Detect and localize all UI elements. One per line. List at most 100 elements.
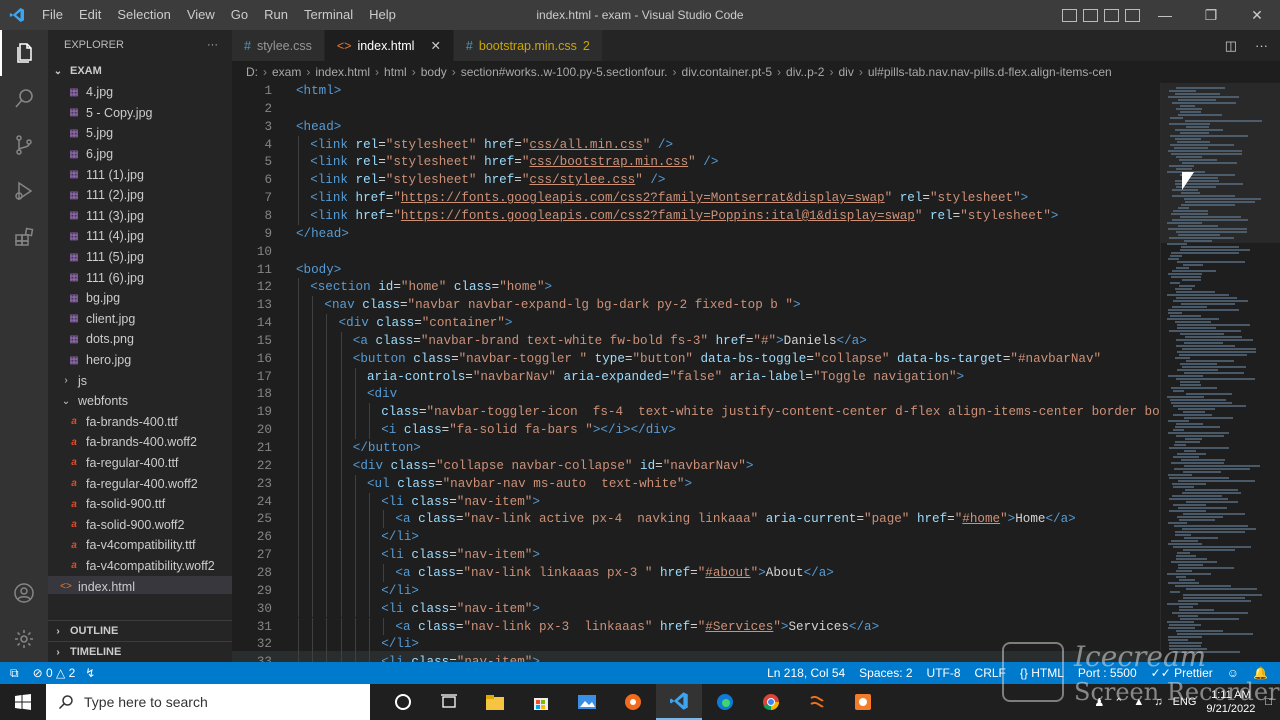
- breadcrumb-item[interactable]: section#works..w-100.py-5.sectionfour.: [461, 65, 668, 79]
- menu-item-file[interactable]: File: [34, 0, 71, 30]
- problems-indicator[interactable]: ⊘ 0 △ 2: [33, 666, 76, 680]
- customize-layout-icon[interactable]: [1125, 8, 1140, 22]
- tab-bootstrap-min-css[interactable]: # bootstrap.min.css 2: [453, 30, 603, 61]
- input-language[interactable]: ENG: [1173, 696, 1197, 708]
- language-mode[interactable]: {} HTML: [1020, 666, 1064, 680]
- file-tree-item[interactable]: ▦ dots.png: [48, 329, 232, 350]
- feedback-icon[interactable]: ☺: [1227, 666, 1239, 680]
- accounts-icon[interactable]: [0, 570, 48, 616]
- source-control-icon[interactable]: [0, 122, 48, 168]
- people-icon[interactable]: ♟: [1094, 696, 1104, 709]
- menu-item-go[interactable]: Go: [223, 0, 256, 30]
- indentation[interactable]: Spaces: 2: [859, 666, 912, 680]
- breadcrumb-item[interactable]: index.html: [315, 65, 370, 79]
- file-tree-item[interactable]: a fa-solid-900.woff2: [48, 514, 232, 535]
- close-window-button[interactable]: ✕: [1234, 0, 1280, 30]
- file-tree-item[interactable]: ▦ 111 (2).jpg: [48, 185, 232, 206]
- tab-stylee-css[interactable]: # stylee.css: [232, 30, 325, 61]
- extensions-icon[interactable]: [0, 214, 48, 260]
- file-explorer-icon[interactable]: [472, 684, 518, 720]
- edge-browser-icon[interactable]: [702, 684, 748, 720]
- search-icon[interactable]: [0, 76, 48, 122]
- file-tree-item[interactable]: ▦ 111 (3).jpg: [48, 206, 232, 227]
- chrome-browser-icon[interactable]: [748, 684, 794, 720]
- file-tree-item[interactable]: a fa-v4compatibility.ttf: [48, 535, 232, 556]
- file-tree-item[interactable]: ▦ 4.jpg: [48, 82, 232, 103]
- start-button[interactable]: [0, 684, 46, 720]
- breadcrumb-item[interactable]: html: [384, 65, 407, 79]
- recorder-app-icon[interactable]: [610, 684, 656, 720]
- menu-item-edit[interactable]: Edit: [71, 0, 109, 30]
- end-of-line[interactable]: CRLF: [975, 666, 1006, 680]
- toggle-secondary-sidebar-icon[interactable]: [1104, 8, 1119, 22]
- minimap[interactable]: [1160, 83, 1280, 662]
- menu-item-selection[interactable]: Selection: [109, 0, 178, 30]
- file-tree-item[interactable]: ▦ hero.jpg: [48, 350, 232, 371]
- file-tree-item[interactable]: ▦ 111 (6).jpg: [48, 267, 232, 288]
- photos-app-icon[interactable]: [564, 684, 610, 720]
- file-tree-item[interactable]: a fa-brands-400.ttf: [48, 412, 232, 433]
- split-editor-icon[interactable]: ◫: [1225, 38, 1237, 54]
- taskbar-search-box[interactable]: Type here to search: [46, 684, 370, 720]
- file-tree-item[interactable]: ⌄ webfonts: [48, 391, 232, 412]
- breadcrumb-item[interactable]: D:: [246, 65, 258, 79]
- run-debug-icon[interactable]: [0, 168, 48, 214]
- task-view-icon[interactable]: [426, 684, 472, 720]
- file-tree-item[interactable]: ▦ bg.jpg: [48, 288, 232, 309]
- file-tree-item[interactable]: a fa-v4compatibility.woff2: [48, 556, 232, 577]
- more-actions-icon[interactable]: ···: [207, 39, 218, 51]
- close-tab-icon[interactable]: ✕: [430, 38, 440, 53]
- breadcrumb-item[interactable]: body: [421, 65, 447, 79]
- git-tool-icon[interactable]: [794, 684, 840, 720]
- cortana-icon[interactable]: [380, 684, 426, 720]
- vscode-taskbar-icon[interactable]: [656, 684, 702, 720]
- breadcrumb-item[interactable]: div.container.pt-5: [682, 65, 773, 79]
- breadcrumb-item[interactable]: exam: [272, 65, 301, 79]
- menu-item-run[interactable]: Run: [256, 0, 296, 30]
- breadcrumb-item[interactable]: div: [838, 65, 853, 79]
- cursor-position[interactable]: Ln 218, Col 54: [767, 666, 845, 680]
- code-editor[interactable]: 1 <html> 2 3 <head> 4 <link rel="stylesheet" h…: [232, 83, 1160, 662]
- remote-icon[interactable]: ⧉: [10, 666, 19, 681]
- file-tree-item[interactable]: ▦ 111 (4).jpg: [48, 226, 232, 247]
- more-editor-actions-icon[interactable]: ···: [1255, 38, 1268, 53]
- project-folder[interactable]: ⌄ EXAM: [48, 60, 232, 82]
- file-tree-item[interactable]: › js: [48, 370, 232, 391]
- breadcrumb-item[interactable]: ul#pills-tab.nav.nav-pills.d-flex.align-…: [868, 65, 1112, 79]
- file-tree-item[interactable]: ▦ 6.jpg: [48, 144, 232, 165]
- timeline-section[interactable]: › TIMELINE: [48, 641, 232, 662]
- live-server-port[interactable]: Port : 5500: [1078, 666, 1137, 680]
- outline-section[interactable]: › OUTLINE: [48, 620, 232, 641]
- notifications-bell-icon[interactable]: 🔔: [1253, 666, 1268, 680]
- file-tree-item[interactable]: ▦ 5.jpg: [48, 123, 232, 144]
- minimize-button[interactable]: —: [1142, 0, 1188, 30]
- menu-item-terminal[interactable]: Terminal: [296, 0, 361, 30]
- file-tree-item[interactable]: ▦ 111 (1).jpg: [48, 164, 232, 185]
- screen-recorder-icon[interactable]: [840, 684, 886, 720]
- file-tree-item[interactable]: ▦ 111 (5).jpg: [48, 247, 232, 268]
- toggle-panel-icon[interactable]: [1083, 8, 1098, 22]
- file-tree-item[interactable]: <> index.html: [48, 576, 232, 594]
- toggle-primary-sidebar-icon[interactable]: [1062, 8, 1077, 22]
- file-tree-item[interactable]: a fa-brands-400.woff2: [48, 432, 232, 453]
- tab-index-html[interactable]: <> index.html ✕: [324, 30, 454, 61]
- menu-item-view[interactable]: View: [179, 0, 223, 30]
- file-tree-item[interactable]: a fa-regular-400.ttf: [48, 453, 232, 474]
- volume-icon[interactable]: ♫: [1154, 696, 1162, 708]
- tray-overflow-icon[interactable]: ⌃: [1114, 696, 1123, 709]
- microsoft-store-icon[interactable]: [518, 684, 564, 720]
- breadcrumb-item[interactable]: div..p-2: [786, 65, 824, 79]
- file-tree-item[interactable]: a fa-solid-900.ttf: [48, 494, 232, 515]
- settings-gear-icon[interactable]: [0, 616, 48, 662]
- prettier-status[interactable]: ✓✓ Prettier: [1151, 666, 1213, 680]
- maximize-button[interactable]: ❐: [1188, 0, 1234, 30]
- clock[interactable]: 1:11 AM 9/21/2022: [1206, 688, 1255, 716]
- file-tree-item[interactable]: a fa-regular-400.woff2: [48, 473, 232, 494]
- encoding[interactable]: UTF-8: [927, 666, 961, 680]
- menu-item-help[interactable]: Help: [361, 0, 404, 30]
- network-icon[interactable]: ▲: [1133, 696, 1144, 708]
- file-tree-item[interactable]: ▦ 5 - Copy.jpg: [48, 103, 232, 124]
- file-tree-item[interactable]: ▦ client.jpg: [48, 309, 232, 330]
- action-center-icon[interactable]: □: [1265, 696, 1272, 708]
- sync-icon[interactable]: ↯: [85, 666, 95, 680]
